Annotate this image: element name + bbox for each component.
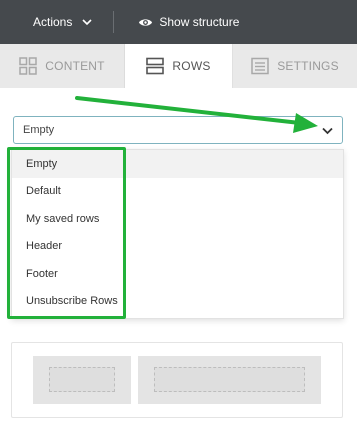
row-type-dropdown: Empty Default My saved rows Header Foote… <box>11 149 344 319</box>
dropdown-option-empty[interactable]: Empty <box>12 150 343 178</box>
row-preview-column <box>33 356 131 404</box>
top-toolbar: Actions Show structure <box>0 0 357 44</box>
rows-icon <box>146 57 165 75</box>
show-structure-button[interactable]: Show structure <box>114 0 239 44</box>
panel-tabs: CONTENT ROWS SETTINGS <box>0 44 357 88</box>
tab-content-label: CONTENT <box>45 59 105 73</box>
eye-icon <box>139 18 153 26</box>
tab-content[interactable]: CONTENT <box>0 44 125 88</box>
actions-label: Actions <box>33 15 73 29</box>
row-type-select[interactable]: Empty <box>13 116 343 144</box>
row-type-select-value: Empty <box>23 124 55 136</box>
tab-settings-label: SETTINGS <box>277 59 339 73</box>
dropdown-option-my-saved-rows[interactable]: My saved rows <box>12 205 343 233</box>
chevron-down-icon <box>82 19 92 26</box>
tab-rows-label: ROWS <box>172 59 211 73</box>
tab-settings[interactable]: SETTINGS <box>233 44 357 88</box>
actions-menu-button[interactable]: Actions <box>0 0 113 44</box>
row-preview-placeholder <box>49 367 115 392</box>
dropdown-option-header[interactable]: Header <box>12 233 343 261</box>
chevron-down-icon <box>322 127 333 135</box>
dropdown-option-default[interactable]: Default <box>12 178 343 206</box>
tab-rows[interactable]: ROWS <box>125 44 233 88</box>
row-preview-column <box>138 356 321 404</box>
show-structure-label: Show structure <box>159 15 240 29</box>
row-preview-placeholder <box>154 367 305 392</box>
settings-panel-icon <box>251 57 269 75</box>
dropdown-option-unsubscribe-rows[interactable]: Unsubscribe Rows <box>12 288 343 316</box>
dropdown-option-footer[interactable]: Footer <box>12 260 343 288</box>
row-preview-card[interactable] <box>11 342 343 418</box>
grid-icon <box>19 57 38 75</box>
